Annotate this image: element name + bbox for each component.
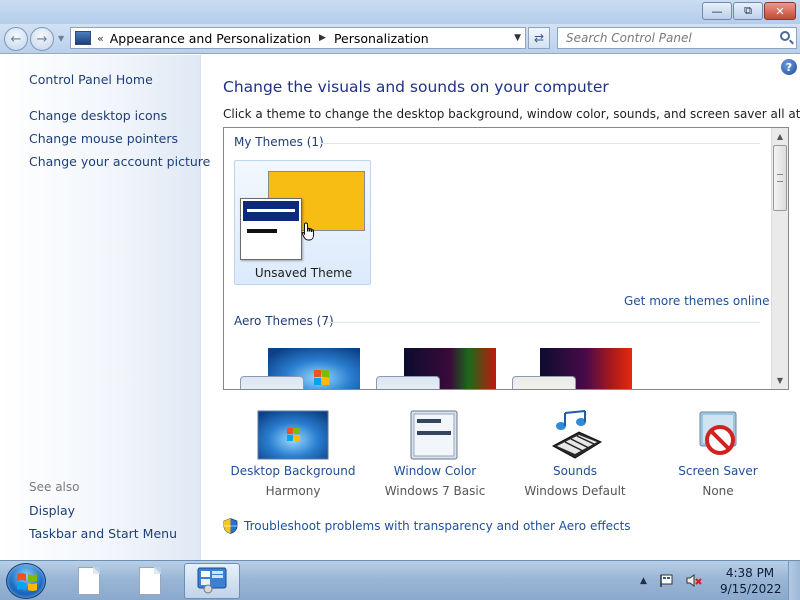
change-account-picture-link[interactable]: Change your account picture	[29, 154, 210, 169]
help-icon[interactable]: ?	[781, 59, 797, 75]
back-button[interactable]: ←	[4, 27, 28, 51]
unsaved-theme-label: Unsaved Theme	[254, 266, 353, 280]
screen-saver-icon	[699, 411, 737, 455]
address-dropdown-icon[interactable]: ▼	[514, 33, 521, 43]
document-icon	[139, 567, 161, 595]
display-link[interactable]: Display	[29, 503, 75, 518]
clock-date: 9/15/2022	[720, 582, 782, 596]
aero-theme-architecture[interactable]	[376, 348, 496, 389]
search-input[interactable]	[558, 28, 768, 48]
recent-pages-dropdown[interactable]: ▼	[58, 34, 64, 43]
change-mouse-pointers-link[interactable]: Change mouse pointers	[29, 131, 178, 146]
navigation-bar: ← → ▼ « Appearance and Personalization ▶…	[0, 24, 800, 54]
breadcrumb-appearance[interactable]: Appearance and Personalization	[110, 31, 311, 46]
hand-cursor-icon	[301, 222, 314, 241]
forward-button[interactable]: →	[30, 27, 54, 51]
forward-arrow-icon: →	[36, 31, 48, 47]
breadcrumb-arrow-icon[interactable]: ▶	[319, 33, 326, 43]
sounds-icon	[551, 410, 603, 459]
taskbar-document-1[interactable]	[61, 563, 117, 599]
address-bar[interactable]: « Appearance and Personalization ▶ Perso…	[70, 27, 526, 49]
left-pane: Control Panel Home Change desktop icons …	[0, 55, 210, 560]
unsaved-theme-tile[interactable]: Unsaved Theme	[234, 160, 371, 285]
breadcrumb-overflow[interactable]: «	[97, 32, 104, 45]
theme-list-scrollbar[interactable]: ▲ ▼	[771, 128, 788, 389]
close-button[interactable]: ✕	[764, 2, 796, 20]
troubleshoot-link[interactable]: Troubleshoot problems with transparency …	[223, 518, 631, 534]
window-color-icon	[410, 410, 458, 460]
back-arrow-icon: ←	[10, 31, 22, 47]
breadcrumb-personalization[interactable]: Personalization	[334, 31, 429, 46]
sounds-label[interactable]: Sounds	[500, 464, 650, 478]
desktop-background-icon	[257, 410, 329, 460]
window-color-label[interactable]: Window Color	[360, 464, 510, 478]
my-themes-header[interactable]: My Themes (1)	[234, 135, 324, 149]
search-box[interactable]	[557, 27, 797, 49]
show-hidden-icons-icon[interactable]: ▲	[640, 576, 647, 586]
show-desktop-button[interactable]	[788, 561, 800, 600]
scroll-up-arrow-icon[interactable]: ▲	[772, 128, 788, 145]
document-icon	[78, 567, 100, 595]
taskbar-document-2[interactable]	[122, 563, 178, 599]
scroll-thumb[interactable]	[773, 145, 787, 211]
window-color-setting[interactable]: Window Color Windows 7 Basic	[360, 410, 510, 498]
aero-themes-header[interactable]: Aero Themes (7)	[234, 314, 334, 328]
refresh-icon: ⇄	[533, 31, 545, 45]
taskbar-control-panel[interactable]	[184, 563, 240, 599]
title-bar: — ⧉ ✕	[0, 0, 800, 24]
group-divider	[326, 322, 760, 323]
see-also-heading: See also	[29, 480, 80, 494]
refresh-button[interactable]: ⇄	[528, 27, 550, 49]
desktop-background-value: Harmony	[265, 484, 321, 498]
action-center-flag-icon[interactable]	[659, 573, 674, 588]
window-color-value: Windows 7 Basic	[384, 484, 486, 498]
system-clock[interactable]: 4:38 PM 9/15/2022	[720, 565, 782, 597]
taskbar: ▲ 4:38 PM 9/15/2022	[0, 560, 800, 600]
control-panel-icon	[197, 567, 227, 594]
screen-saver-setting[interactable]: Screen Saver None	[643, 410, 793, 498]
control-panel-icon	[75, 31, 91, 45]
get-more-themes-link[interactable]: Get more themes online	[624, 294, 770, 308]
sounds-value: Windows Default	[524, 484, 626, 498]
group-divider	[320, 143, 760, 144]
desktop-background-setting[interactable]: Desktop Background Harmony	[218, 410, 368, 498]
change-desktop-icons-link[interactable]: Change desktop icons	[29, 108, 167, 123]
troubleshoot-link-text[interactable]: Troubleshoot problems with transparency …	[244, 519, 631, 533]
window-controls: — ⧉ ✕	[702, 2, 796, 20]
notification-area: ▲	[640, 573, 702, 588]
clock-time: 4:38 PM	[725, 566, 775, 580]
control-panel-home-link[interactable]: Control Panel Home	[29, 72, 153, 87]
shield-icon	[223, 518, 238, 534]
aero-theme-characters[interactable]	[512, 348, 632, 389]
desktop-background-label[interactable]: Desktop Background	[218, 464, 368, 478]
restore-button[interactable]: ⧉	[733, 2, 763, 20]
start-button[interactable]	[6, 563, 46, 599]
theme-list[interactable]: My Themes (1) Unsaved Theme Get more the…	[223, 127, 789, 390]
windows-logo-icon	[17, 573, 37, 591]
taskbar-start-menu-link[interactable]: Taskbar and Start Menu	[29, 526, 177, 541]
sounds-setting[interactable]: Sounds Windows Default	[500, 410, 650, 498]
page-description: Click a theme to change the desktop back…	[223, 107, 800, 121]
volume-muted-icon[interactable]	[686, 573, 702, 588]
minimize-button[interactable]: —	[702, 2, 732, 20]
scroll-down-arrow-icon[interactable]: ▼	[772, 372, 788, 389]
screen-saver-value: None	[702, 484, 734, 498]
page-title: Change the visuals and sounds on your co…	[223, 78, 609, 96]
search-icon[interactable]	[780, 31, 790, 41]
screen-saver-label[interactable]: Screen Saver	[643, 464, 793, 478]
aero-theme-windows7[interactable]	[240, 348, 360, 389]
theme-window-preview	[240, 198, 302, 260]
